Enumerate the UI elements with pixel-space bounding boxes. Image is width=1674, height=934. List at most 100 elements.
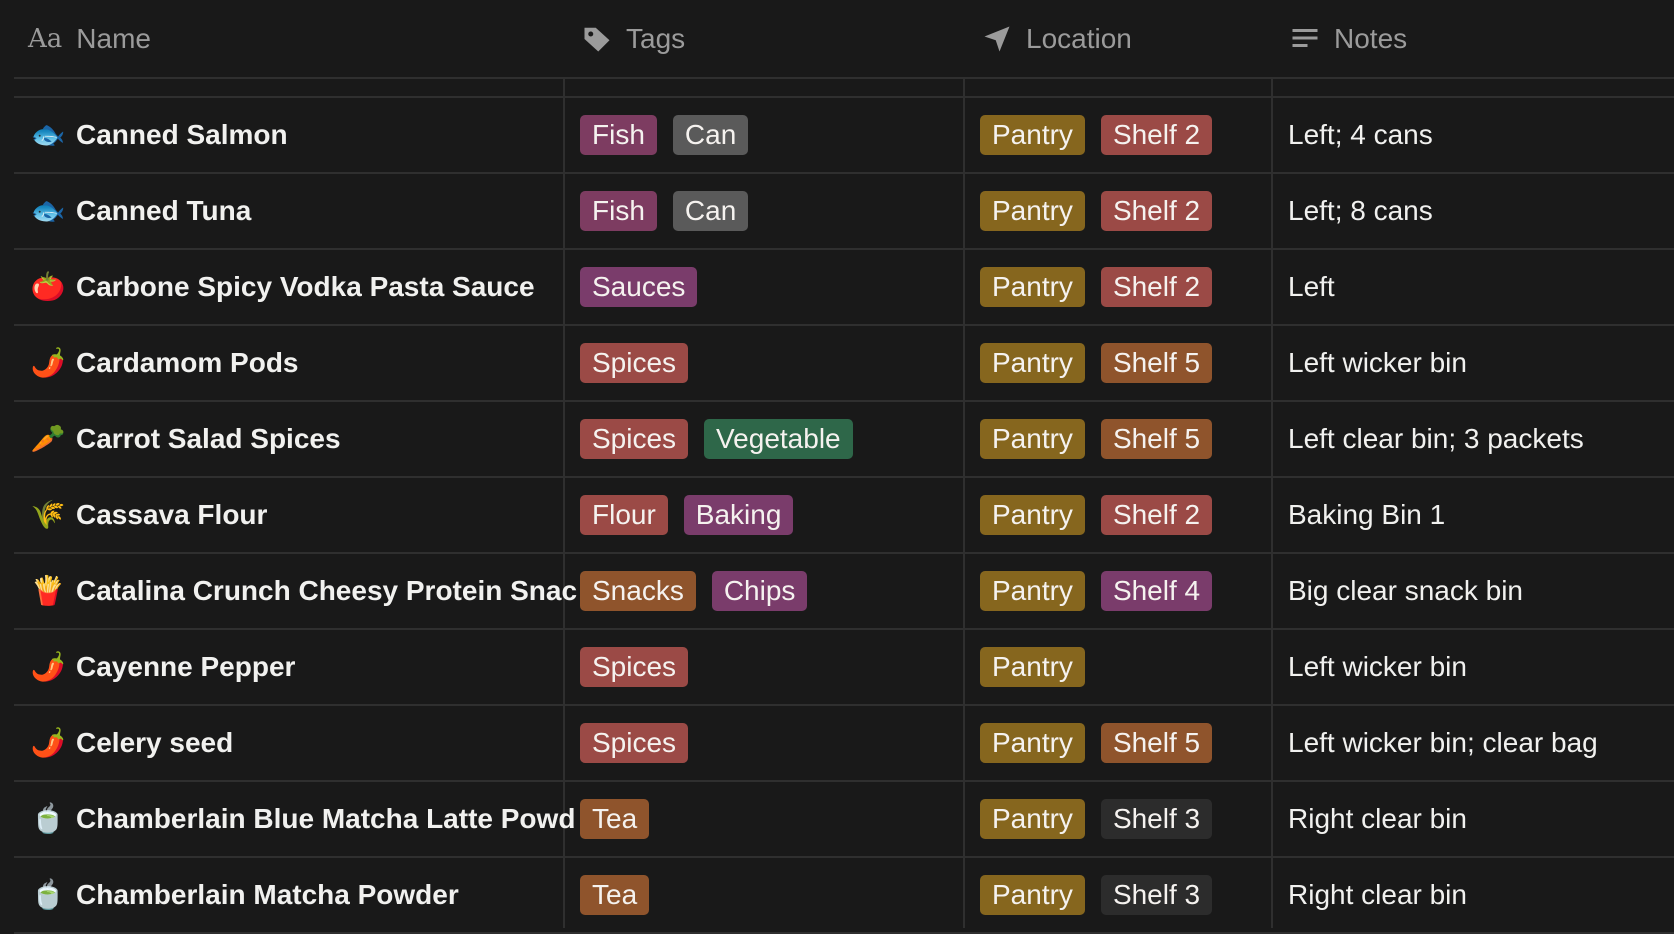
tags-cell[interactable]: Tea: [580, 782, 980, 856]
notes-cell[interactable]: Big clear snack bin: [1288, 554, 1674, 628]
location-cell[interactable]: Pantry Shelf 5: [980, 706, 1286, 780]
location-cell[interactable]: Pantry Shelf 3: [980, 858, 1286, 932]
notes-cell[interactable]: Right clear bin: [1288, 858, 1674, 932]
name-cell[interactable]: 🌾 Cassava Flour: [28, 478, 578, 552]
header-name-label: Name: [76, 22, 151, 54]
location-cell[interactable]: Pantry Shelf 3: [980, 782, 1286, 856]
tags-cell[interactable]: Flour Baking: [580, 478, 980, 552]
table-row[interactable]: 🍵 Chamberlain Matcha Powder Tea Pantry Shelf…: [14, 858, 1674, 934]
header-notes[interactable]: Notes: [1290, 0, 1407, 77]
tag-pill: Tea: [580, 799, 650, 839]
notes-cell[interactable]: Left: [1288, 250, 1674, 324]
item-name: Chamberlain Matcha Powder: [76, 879, 459, 910]
location-cell[interactable]: Pantry Shelf 2: [980, 98, 1286, 172]
location-pill: Pantry: [980, 495, 1085, 535]
location-cell[interactable]: Pantry Shelf 5: [980, 326, 1286, 400]
notes-cell[interactable]: Left wicker bin; clear bag: [1288, 706, 1674, 780]
table-row[interactable]: 🥕 Carrot Salad Spices Spices Vegetable Pantr…: [14, 402, 1674, 478]
header-name[interactable]: Aa Name: [28, 0, 151, 77]
tags-cell[interactable]: Tea: [580, 858, 980, 932]
tags-cell[interactable]: Spices: [580, 706, 980, 780]
item-name: Canned Tuna: [76, 195, 252, 226]
tag-pill: Spices: [580, 343, 689, 383]
tags-cell[interactable]: Spices Vegetable: [580, 402, 980, 476]
name-cell[interactable]: 🐟 Canned Tuna: [28, 174, 578, 248]
tags-cell[interactable]: Sauces: [580, 250, 980, 324]
notes-cell[interactable]: Right clear bin: [1288, 782, 1674, 856]
name-cell[interactable]: 🍵 Chamberlain Blue Matcha Latte Powd: [28, 782, 578, 856]
location-pill: Pantry: [980, 343, 1085, 383]
name-cell[interactable]: 🍵 Chamberlain Matcha Powder: [28, 858, 578, 932]
header-notes-label: Notes: [1334, 22, 1408, 54]
table-row[interactable]: 🌶️ Cayenne Pepper Spices Pantry Left wicker …: [14, 630, 1674, 706]
name-cell[interactable]: 🍟 Catalina Crunch Cheesy Protein Snac: [28, 554, 578, 628]
name-cell[interactable]: 🌶️ Cardamom Pods: [28, 326, 578, 400]
location-cell[interactable]: Pantry Shelf 2: [980, 478, 1286, 552]
table-row[interactable]: 🐟 Canned Tuna Fish Can Pantry Shelf 2 Left; 8 …: [14, 174, 1674, 250]
location-cell[interactable]: Pantry: [980, 630, 1286, 704]
tea-cup-icon: 🍵: [30, 879, 66, 910]
carrot-icon: 🥕: [30, 423, 66, 454]
text-lines-icon: [1290, 24, 1320, 54]
location-pill: Pantry: [980, 647, 1085, 687]
notes-cell[interactable]: Left wicker bin: [1288, 326, 1674, 400]
header-tags[interactable]: Tags: [582, 0, 685, 77]
notes-cell[interactable]: Left; 4 cans: [1288, 98, 1674, 172]
table-row[interactable]: 🌾 Cassava Flour Flour Baking Pantry Shelf 2 Ba…: [14, 478, 1674, 554]
item-name: Canned Salmon: [76, 119, 288, 150]
tag-pill: Chips: [711, 571, 808, 611]
notes-cell[interactable]: Left clear bin; 3 packets: [1288, 402, 1674, 476]
tags-cell[interactable]: Spices: [580, 630, 980, 704]
tag-pill: Fish: [580, 191, 657, 231]
table-row[interactable]: 🍟 Catalina Crunch Cheesy Protein Snac Snac…: [14, 554, 1674, 630]
chili-pepper-icon: 🌶️: [30, 347, 66, 378]
tags-cell[interactable]: Fish Can: [580, 98, 980, 172]
location-pill: Shelf 5: [1100, 723, 1213, 763]
tags-cell[interactable]: Snacks Chips: [580, 554, 980, 628]
location-arrow-icon: [982, 24, 1012, 54]
database-table: Aa Name Tags Location Notes 🐟 Canned Salm…: [0, 0, 1674, 934]
chili-pepper-icon: 🌶️: [30, 727, 66, 758]
name-cell[interactable]: 🥕 Carrot Salad Spices: [28, 402, 578, 476]
location-pill: Pantry: [980, 799, 1085, 839]
item-name: Carbone Spicy Vodka Pasta Sauce: [76, 271, 535, 302]
location-pill: Shelf 5: [1100, 419, 1213, 459]
tag-pill: Flour: [580, 495, 668, 535]
location-pill: Pantry: [980, 571, 1085, 611]
location-cell[interactable]: Pantry Shelf 4: [980, 554, 1286, 628]
location-pill: Pantry: [980, 191, 1085, 231]
tag-pill: Can: [672, 191, 749, 231]
tag-pill: Spices: [580, 419, 689, 459]
location-cell[interactable]: Pantry Shelf 2: [980, 250, 1286, 324]
location-pill: Pantry: [980, 267, 1085, 307]
text-aa-icon: Aa: [28, 23, 63, 54]
chili-pepper-icon: 🌶️: [30, 651, 66, 682]
table-row[interactable]: 🍅 Carbone Spicy Vodka Pasta Sauce Sauces Pa…: [14, 250, 1674, 326]
name-cell[interactable]: 🍅 Carbone Spicy Vodka Pasta Sauce: [28, 250, 578, 324]
table-row[interactable]: 🌶️ Cardamom Pods Spices Pantry Shelf 5 Left w…: [14, 326, 1674, 402]
item-name: Cassava Flour: [76, 499, 268, 530]
notes-cell[interactable]: Left wicker bin: [1288, 630, 1674, 704]
table-header: Aa Name Tags Location Notes: [14, 0, 1674, 79]
tag-pill: Fish: [580, 115, 657, 155]
table-row[interactable]: 🍵 Chamberlain Blue Matcha Latte Powd Tea Pa…: [14, 782, 1674, 858]
name-cell[interactable]: 🌶️ Cayenne Pepper: [28, 630, 578, 704]
notes-cell[interactable]: Baking Bin 1: [1288, 478, 1674, 552]
header-location[interactable]: Location: [982, 0, 1132, 77]
location-pill: Shelf 3: [1100, 875, 1213, 915]
table-row[interactable]: 🐟 Canned Salmon Fish Can Pantry Shelf 2 Left; …: [14, 98, 1674, 174]
name-cell[interactable]: 🐟 Canned Salmon: [28, 98, 578, 172]
tags-cell[interactable]: Fish Can: [580, 174, 980, 248]
location-cell[interactable]: Pantry Shelf 5: [980, 402, 1286, 476]
notes-cell[interactable]: Left; 8 cans: [1288, 174, 1674, 248]
name-cell[interactable]: 🌶️ Celery seed: [28, 706, 578, 780]
tag-pill: Tea: [580, 875, 650, 915]
tag-icon: [582, 24, 612, 54]
table-row[interactable]: 🌶️ Celery seed Spices Pantry Shelf 5 Left wic…: [14, 706, 1674, 782]
location-pill: Shelf 2: [1100, 191, 1213, 231]
tags-cell[interactable]: Spices: [580, 326, 980, 400]
location-pill: Shelf 2: [1100, 115, 1213, 155]
location-cell[interactable]: Pantry Shelf 2: [980, 174, 1286, 248]
tag-pill: Spices: [580, 647, 689, 687]
item-name: Catalina Crunch Cheesy Protein Snac: [76, 575, 578, 606]
